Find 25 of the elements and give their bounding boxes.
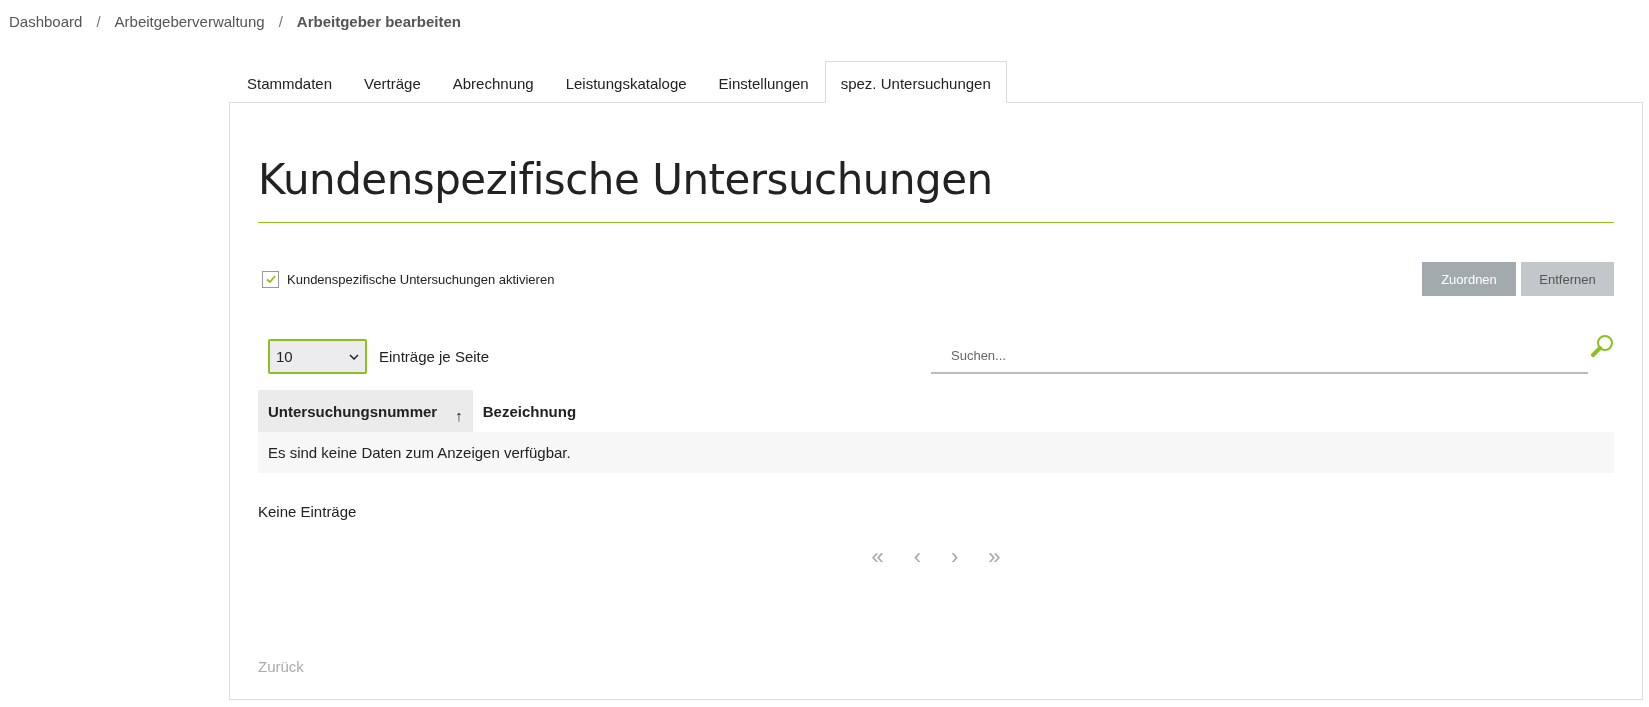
page-size-label: Einträge je Seite (379, 348, 490, 365)
page-title: Kundenspezifische Untersuchungen (258, 155, 1614, 223)
tab[interactable]: Stammdaten (231, 63, 349, 103)
search-icon[interactable] (1590, 333, 1614, 358)
tab[interactable]: Abrechnung (436, 63, 550, 103)
checkbox[interactable] (262, 270, 279, 288)
checkbox-label: Kundenspezifische Untersuchungen aktivieren (287, 271, 555, 287)
tab[interactable]: spez. Untersuchungen (824, 61, 1007, 103)
column-header[interactable]: Bezeichnung (472, 390, 587, 432)
breadcrumb-separator: / (278, 12, 283, 30)
breadcrumb-separator: / (96, 12, 101, 30)
page-size-select[interactable]: 10 (268, 339, 367, 374)
entries-info: Keine Einträge (258, 503, 358, 520)
tab[interactable]: Verträge (348, 63, 437, 103)
sort-arrow: ↑ (455, 406, 463, 424)
breadcrumb-item: Arbeitgeber bearbeiten (296, 12, 462, 30)
breadcrumb-item[interactable]: Arbeitgeberverwaltung (114, 12, 265, 30)
empty-table-message: Es sind keine Daten zum Anzeigen verfügbar. (258, 432, 1614, 473)
remove-button[interactable]: Entfernen (1521, 262, 1614, 296)
column-header[interactable]: Untersuchungsnummer ↑ (258, 390, 473, 432)
check-icon (264, 273, 277, 285)
breadcrumb-item[interactable]: Dashboard (9, 12, 83, 30)
chevron-down-icon (349, 353, 359, 360)
tab[interactable]: Einstellungen (702, 63, 825, 103)
tab[interactable]: Leistungskataloge (549, 63, 703, 103)
